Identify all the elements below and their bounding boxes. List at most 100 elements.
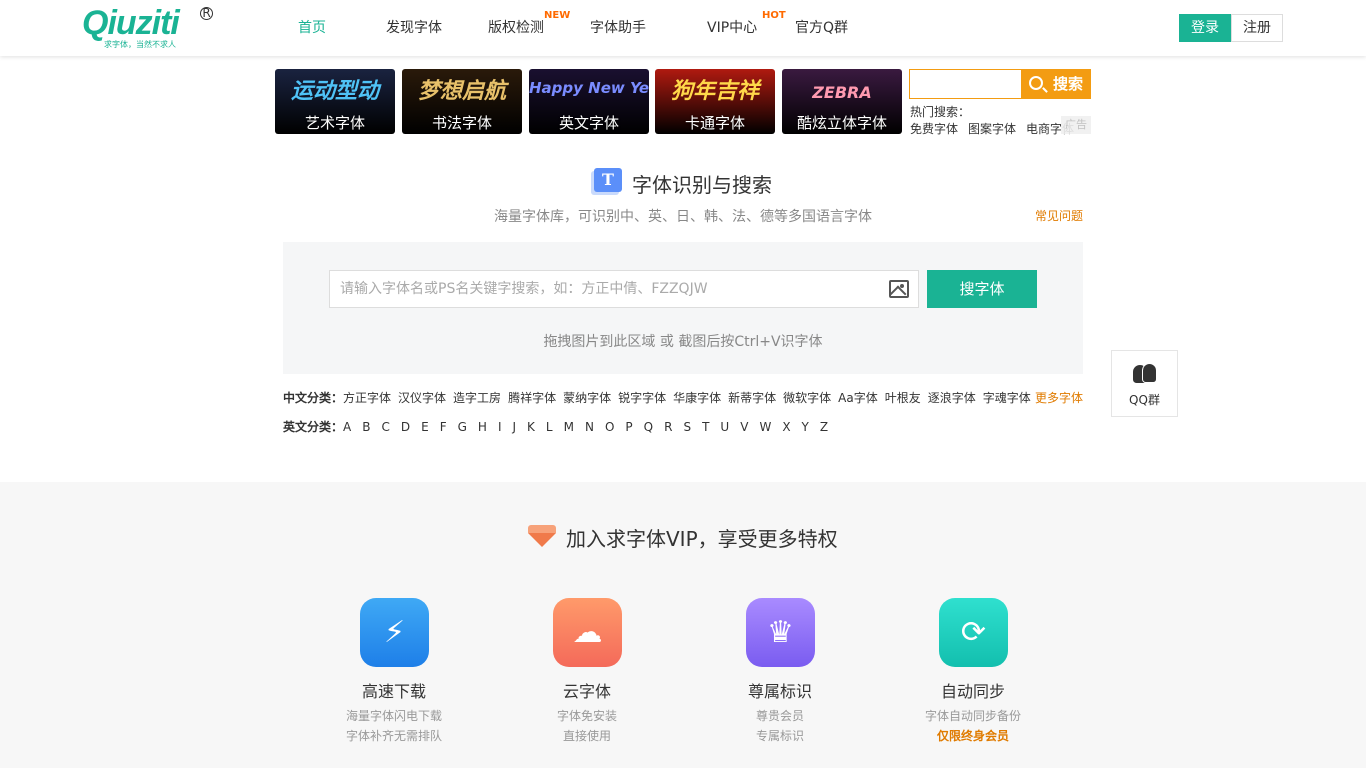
banner-art-text: 狗年吉祥 [670,79,759,104]
en-letter-item[interactable]: L [546,420,553,434]
feature-desc: 直接使用 [562,729,611,743]
banner-label: 英文字体 [558,114,619,132]
banner-art-text: 运动型动 [290,79,379,104]
feature-glyph: ⟳ [960,615,987,650]
en-letter-item[interactable]: K [527,420,535,434]
registered-mark: R [200,7,213,20]
en-letter-item[interactable]: G [458,420,467,434]
cn-category-item[interactable]: 叶根友 [885,391,921,405]
drag-hint: 拖拽图片到此区域 或 截图后按Ctrl+V识字体 [543,334,823,350]
nav-discover[interactable]: 发现字体 [386,0,488,56]
cn-category-item[interactable]: 蒙纳字体 [563,391,611,405]
cn-category-item[interactable]: 方正字体 [343,391,391,405]
nav-font-assistant[interactable]: 字体助手 [590,0,695,56]
qq-group-float[interactable]: QQ群 [1111,350,1178,417]
cn-category-item[interactable]: 腾祥字体 [508,391,556,405]
nav-vip-center[interactable]: VIP中心 HOT [695,0,795,56]
image-drop-zone[interactable]: 请输入字体名或PS名关键字搜索，如：方正中倩、FZZQJW 搜字体 拖拽图片到此… [283,242,1083,374]
feature-glyph: ☁ [572,615,603,650]
banner-calligraphy-fonts[interactable]: 梦想启航 书法字体 [402,69,522,134]
en-letter-item[interactable]: W [759,420,771,434]
en-letter-item[interactable]: P [625,420,632,434]
feature-desc: 专属标识 [755,729,804,743]
en-letter-item[interactable]: U [720,420,729,434]
en-letter-item[interactable]: T [702,420,709,434]
banner-label: 艺术字体 [304,114,365,132]
cn-category-item[interactable]: 新蒂字体 [728,391,776,405]
nav-qq-label: 官方Q群 [795,20,849,36]
nav-home[interactable]: 首页 [278,0,386,56]
search-icon [1029,76,1043,90]
hot-tag[interactable]: 免费字体 [910,122,958,136]
banner-art-fonts[interactable]: 运动型动 艺术字体 [275,69,395,134]
qq-users-icon [1131,363,1159,385]
en-letter-item[interactable]: O [605,420,614,434]
side-search-input[interactable] [909,69,1022,99]
cn-category-item[interactable]: 逐浪字体 [928,391,976,405]
register-button[interactable]: 注册 [1231,14,1283,42]
feature-desc: 字体补齐无需排队 [345,729,442,743]
nav-assistant-label: 字体助手 [590,20,646,36]
cloud-icon: ☁ [553,598,622,667]
feature-name: 高速下载 [361,682,426,701]
cn-category-item[interactable]: 微软字体 [783,391,831,405]
en-letter-item[interactable]: E [421,420,429,434]
cn-category-item[interactable]: 造字工房 [453,391,501,405]
en-letter-item[interactable]: I [498,420,502,434]
side-search-button[interactable]: 搜索 [1021,69,1091,99]
nav-copyright-check[interactable]: 版权检测 NEW [488,0,590,56]
identify-subtitle: 海量字体库，可识别中、英、日、韩、法、德等多国语言字体 [494,209,872,225]
more-fonts-link[interactable]: 更多字体 [1035,389,1083,406]
en-letter-item[interactable]: X [782,420,790,434]
crown-icon: ♛ [746,598,815,667]
qq-group-label: QQ群 [1129,393,1160,407]
en-letter-item[interactable]: H [478,420,487,434]
banner-label: 卡通字体 [684,114,745,132]
en-letter-item[interactable]: R [664,420,672,434]
en-letter-item[interactable]: J [513,420,517,434]
banner-english-fonts[interactable]: Happy New Year 英文字体 [529,69,649,134]
cn-category-label: 中文分类： [283,391,344,405]
nav-discover-label: 发现字体 [386,20,442,36]
en-letter-item[interactable]: S [683,420,691,434]
search-font-button[interactable]: 搜字体 [927,270,1037,308]
font-search-input[interactable]: 请输入字体名或PS名关键字搜索，如：方正中倩、FZZQJW [329,270,919,308]
feature-desc: 尊贵会员 [755,709,804,723]
en-letter-item[interactable]: Y [802,420,809,434]
banner-cartoon-fonts[interactable]: 狗年吉祥 卡通字体 [655,69,775,134]
font-t-icon: T [594,168,622,192]
cn-category-item[interactable]: 字魂字体 [983,391,1031,405]
logo-slogan: 求字体，当然不求人 [104,40,176,49]
en-letter-item[interactable]: M [564,420,574,434]
login-button[interactable]: 登录 [1179,14,1231,42]
cn-category-item[interactable]: 锐字字体 [618,391,666,405]
nav-home-label: 首页 [298,20,326,36]
en-letter-item[interactable]: F [440,420,447,434]
en-letter-item[interactable]: D [401,420,410,434]
cn-category-item[interactable]: 汉仪字体 [398,391,446,405]
en-letter-item[interactable]: B [362,420,370,434]
en-letter-item[interactable]: A [343,420,351,434]
banner-3d-fonts[interactable]: ZEBRA 酷炫立体字体 [782,69,902,134]
cn-category-item[interactable]: 华康字体 [673,391,721,405]
banner-art-text: 梦想启航 [417,79,506,104]
nav-copyright-label: 版权检测 [488,20,544,36]
hot-search-title: 热门搜索： [910,105,971,119]
feature-glyph: ⚡ [383,615,406,650]
faq-link[interactable]: 常见问题 [1035,207,1083,224]
feature-desc: 海量字体闪电下载 [345,709,442,723]
hot-tag[interactable]: 图案字体 [968,122,1016,136]
site-logo[interactable]: Qiuziti 求字体，当然不求人 R [82,4,222,52]
new-badge: NEW [544,10,571,21]
en-letter-item[interactable]: N [585,420,594,434]
en-letter-item[interactable]: Q [644,420,653,434]
image-upload-icon[interactable] [889,280,909,298]
search-placeholder: 请输入字体名或PS名关键字搜索，如：方正中倩、FZZQJW [340,281,708,297]
cn-category-item[interactable]: Aa字体 [838,391,878,405]
feature-desc: 仅限终身会员 [936,729,1009,743]
nav-official-qq[interactable]: 官方Q群 [795,0,875,56]
en-category-label: 英文分类： [283,420,344,434]
en-letter-item[interactable]: C [381,420,389,434]
en-letter-item[interactable]: V [740,420,748,434]
en-letter-item[interactable]: Z [820,420,828,434]
